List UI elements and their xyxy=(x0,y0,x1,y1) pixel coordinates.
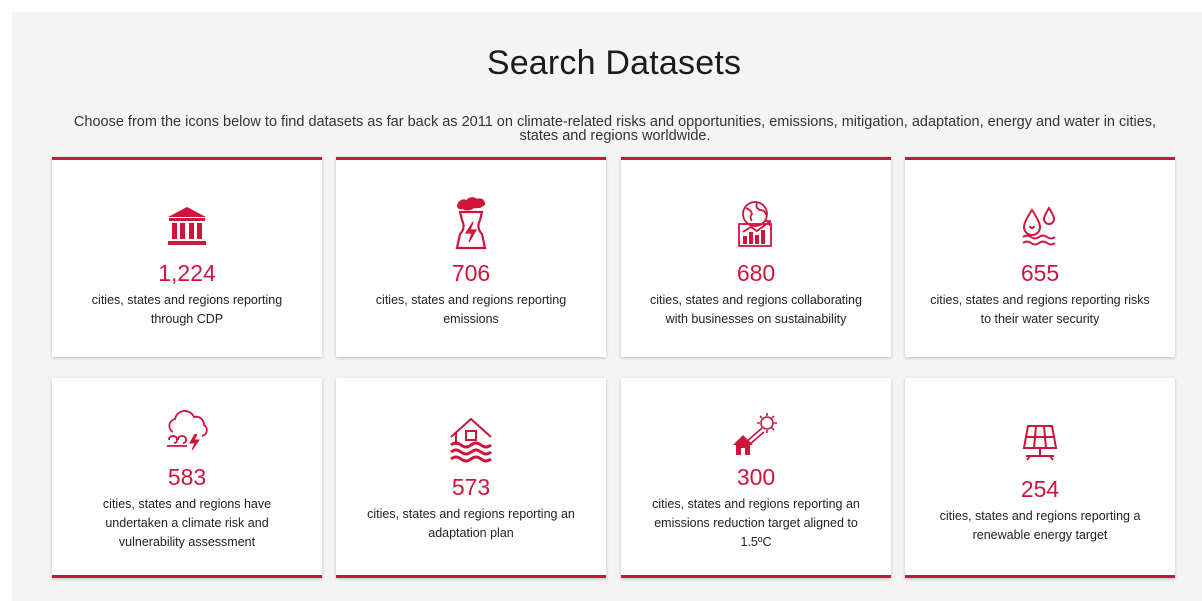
storm-cloud-icon xyxy=(52,404,322,456)
dataset-count: 573 xyxy=(451,474,491,500)
dataset-card-adaptation-plan[interactable]: 573 cities, states and regions reporting… xyxy=(336,378,606,578)
dataset-count: 583 xyxy=(167,464,207,490)
dataset-description: cities, states and regions reporting thr… xyxy=(91,293,283,326)
dataset-description: cities, states and regions reporting an … xyxy=(367,507,575,540)
dataset-card-reporting-through-cdp[interactable]: 1,224 cities, states and regions reporti… xyxy=(52,157,322,357)
dataset-card-climate-risk-assessment[interactable]: 583 cities, states and regions have unde… xyxy=(52,378,322,578)
dataset-count: 655 xyxy=(1020,260,1060,286)
dataset-description: cities, states and regions reporting an … xyxy=(652,497,860,549)
sun-house-icon xyxy=(621,408,891,460)
dataset-count: 1,224 xyxy=(158,260,216,286)
dataset-card-reporting-emissions[interactable]: 706 cities, states and regions reporting… xyxy=(336,157,606,357)
dataset-count: 706 xyxy=(451,260,491,286)
dataset-count: 254 xyxy=(1020,476,1060,502)
dataset-description: cities, states and regions reporting a r… xyxy=(939,509,1141,542)
dataset-description: cities, states and regions have undertak… xyxy=(102,497,272,549)
dataset-card-emissions-target-1-5c[interactable]: 300 cities, states and regions reporting… xyxy=(621,378,891,578)
power-plant-emissions-icon xyxy=(336,197,606,250)
water-drops-icon xyxy=(905,200,1175,252)
solar-panel-icon xyxy=(905,416,1175,468)
page-subtitle: Choose from the icons below to find data… xyxy=(73,114,1157,144)
dataset-description: cities, states and regions reporting ris… xyxy=(930,293,1150,326)
dataset-count: 300 xyxy=(736,464,776,490)
dataset-card-water-security[interactable]: 655 cities, states and regions reporting… xyxy=(905,157,1175,357)
dataset-description: cities, states and regions collaborating… xyxy=(650,293,862,326)
page-title: Search Datasets xyxy=(486,44,742,82)
dataset-card-renewable-energy-target[interactable]: 254 cities, states and regions reporting… xyxy=(905,378,1175,578)
dataset-card-business-collaboration[interactable]: 680 cities, states and regions collabora… xyxy=(621,157,891,357)
globe-chart-icon xyxy=(621,198,891,250)
government-building-icon xyxy=(52,200,322,252)
dataset-count: 680 xyxy=(736,260,776,286)
dataset-description: cities, states and regions reporting emi… xyxy=(375,293,567,326)
search-datasets-section: Search Datasets Choose from the icons be… xyxy=(12,12,1202,601)
flooded-house-icon xyxy=(336,414,606,466)
